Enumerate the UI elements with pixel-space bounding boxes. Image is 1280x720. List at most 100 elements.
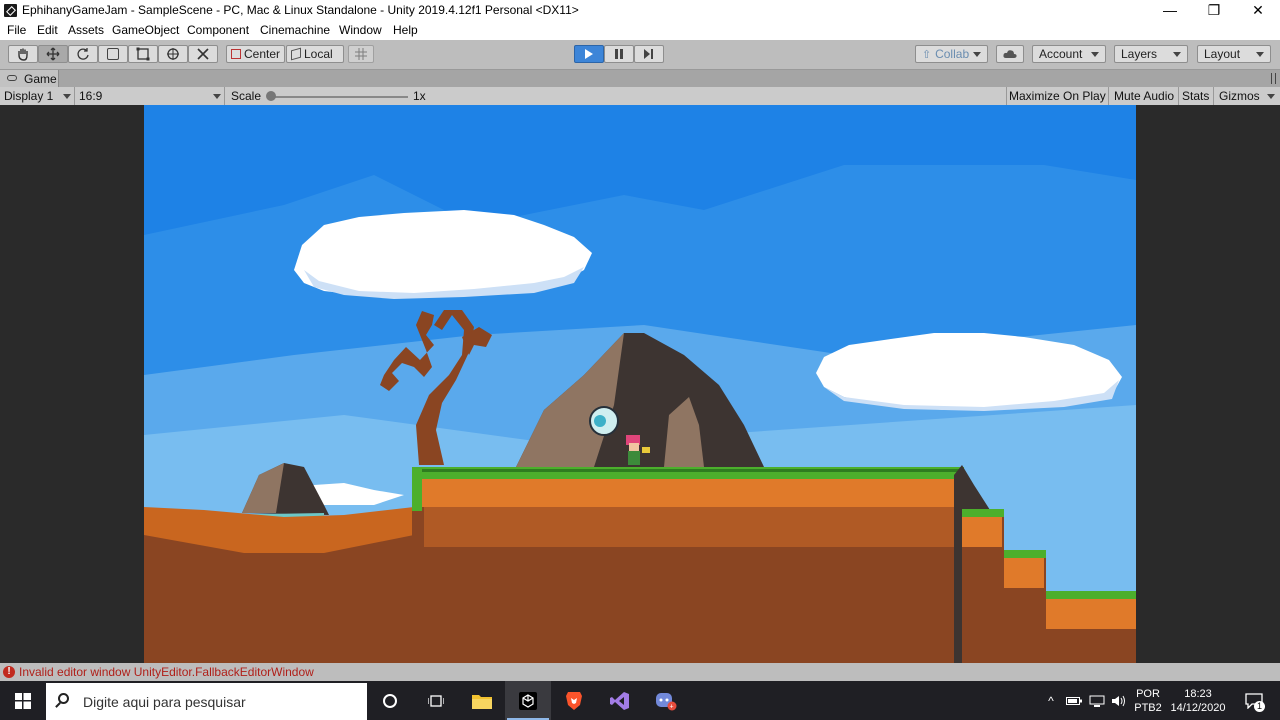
maximize-on-play-toggle[interactable]: Maximize On Play [1009,89,1106,103]
title-bar: EphihanyGameJam - SampleScene - PC, Mac … [0,0,1280,21]
scale-label: Scale [231,89,262,103]
pause-button[interactable] [604,45,634,63]
language-code: POR [1136,687,1160,700]
close-button[interactable]: ✕ [1236,0,1280,21]
custom-tool-button[interactable] [188,45,218,63]
layers-dropdown[interactable]: Layers [1114,45,1188,63]
file-explorer-button[interactable] [459,681,505,720]
step-button[interactable] [634,45,664,63]
aspect-dropdown[interactable]: 16:9 [79,89,102,103]
tab-game[interactable]: Game [0,70,59,87]
step-dirt [962,517,1002,547]
scale-tool-button[interactable] [98,45,128,63]
task-view-button[interactable] [413,681,459,720]
clock[interactable]: 18:23 14/12/2020 [1166,681,1230,720]
pivot-mode-toggle[interactable]: Center [226,45,285,63]
custom-tool-icon [197,48,209,60]
platform-grass [412,467,964,479]
step-icon [644,49,653,59]
start-button[interactable] [0,681,46,720]
notification-center-button[interactable]: 1 [1236,681,1272,720]
hand-icon [18,48,28,61]
game-tab-bar: Game [0,70,1280,87]
clock-time: 18:23 [1184,687,1212,700]
network-status[interactable] [1087,681,1107,720]
collab-dropdown[interactable]: ⇧ Collab [915,45,988,63]
player-face [629,443,639,451]
gizmos-toggle[interactable]: Gizmos [1219,89,1260,103]
rect-tool-button[interactable] [128,45,158,63]
account-dropdown[interactable]: Account [1032,45,1106,63]
status-bar: ! Invalid editor window UnityEditor.Fall… [0,663,1280,681]
move-tool-button[interactable] [38,45,68,63]
menu-help[interactable]: Help [393,23,418,37]
mute-audio-toggle[interactable]: Mute Audio [1114,89,1174,103]
snap-button[interactable] [348,45,374,63]
layout-label: Layout [1204,47,1241,61]
error-icon: ! [3,666,15,678]
step-grass [1046,591,1136,599]
volume-control[interactable] [1109,681,1129,720]
play-icon [585,49,593,59]
taskbar-search[interactable]: Digite aqui para pesquisar [46,683,367,720]
unity-icon [519,691,537,710]
menu-assets[interactable]: Assets [68,23,104,37]
platform-grass-side [412,467,422,511]
gamepad-icon [7,75,17,81]
stats-toggle[interactable]: Stats [1182,89,1209,103]
battery-status[interactable] [1064,681,1084,720]
grid-snap-icon [355,48,367,60]
local-cube-icon [291,47,301,61]
divider [1006,87,1007,105]
tray-expand-button[interactable]: ^ [1042,681,1060,720]
unity-taskbar-button[interactable] [505,681,551,720]
minimize-button[interactable]: — [1148,0,1192,21]
menu-file[interactable]: File [7,23,26,37]
display-dropdown[interactable]: Display 1 [4,89,53,103]
player-body [628,451,640,465]
chevron-down-icon[interactable] [1267,94,1275,99]
pivot-rotation-label: Local [304,47,333,61]
chevron-down-icon [973,51,981,57]
divider [74,87,75,105]
scale-slider-track[interactable] [270,96,408,98]
scale-value: 1x [413,89,426,103]
menu-gameobject[interactable]: GameObject [112,23,179,37]
menu-component[interactable]: Component [187,23,249,37]
chevron-down-icon [1173,51,1181,57]
language-indicator[interactable]: POR PTB2 [1133,681,1163,720]
rotate-tool-button[interactable] [68,45,98,63]
divider [1213,87,1214,105]
keyboard-layout: PTB2 [1134,701,1162,714]
pivot-rotation-toggle[interactable]: Local [286,45,344,63]
hand-tool-button[interactable] [8,45,38,63]
play-button[interactable] [574,45,604,63]
panel-menu-icon[interactable] [1271,73,1276,84]
cloud-services-button[interactable] [996,45,1024,63]
restore-button[interactable]: ❐ [1192,0,1236,21]
move-icon [46,47,60,61]
pause-icon [615,49,623,59]
status-message[interactable]: Invalid editor window UnityEditor.Fallba… [19,665,314,679]
transform-tool-button[interactable] [158,45,188,63]
tab-game-label: Game [24,72,57,86]
bubble-fish [594,415,606,427]
visual-studio-taskbar-button[interactable] [597,681,643,720]
brave-taskbar-button[interactable] [551,681,597,720]
cortana-button[interactable] [367,681,413,720]
discord-taskbar-button[interactable]: + [643,681,689,720]
game-view-render[interactable] [144,105,1136,663]
chevron-down-icon [1091,51,1099,57]
scale-slider-handle[interactable] [266,91,276,101]
menu-cinemachine[interactable]: Cinemachine [260,23,330,37]
divider [224,87,225,105]
step-dirt [1046,599,1136,629]
windows-logo-icon [15,693,31,709]
notification-count: 1 [1254,701,1265,712]
menu-window[interactable]: Window [339,23,382,37]
menu-edit[interactable]: Edit [37,23,58,37]
layout-dropdown[interactable]: Layout [1197,45,1271,63]
cortana-icon [383,693,397,708]
rect-icon [136,47,150,61]
battery-icon [1066,696,1082,705]
